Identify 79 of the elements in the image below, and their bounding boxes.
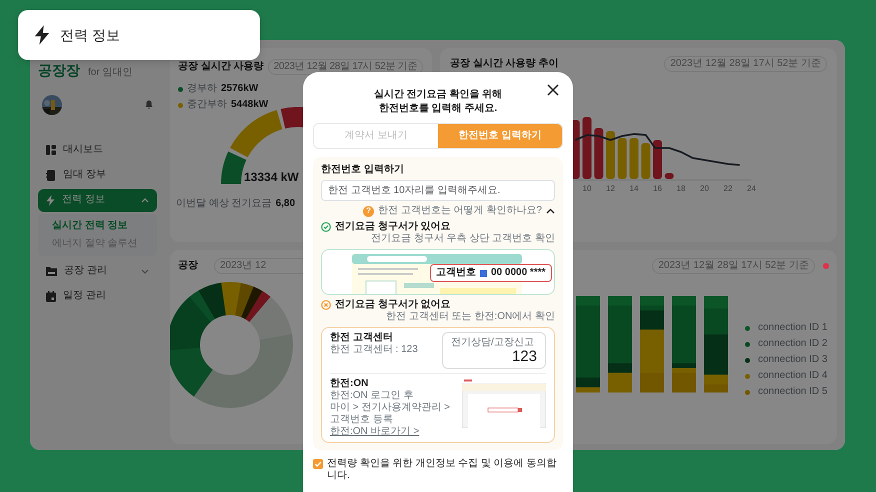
legend-label: connection ID 2 [758, 338, 828, 350]
sidebar-item[interactable]: 전력 정보 [38, 188, 157, 212]
legend-label: 경부하 [187, 83, 217, 95]
close-button[interactable] [547, 84, 559, 96]
axis-label: 24 [747, 184, 756, 193]
lightning-icon [34, 25, 50, 45]
modal-title: 실시간 전기요금 확인을 위해 한전번호를 입력해 주세요. [372, 88, 504, 115]
page-title: 전력 정보 [60, 26, 120, 44]
chart-bar [594, 128, 604, 179]
folder-icon [46, 266, 57, 276]
chart-bar [664, 173, 674, 179]
method-text: 마이 > 전기사용계약관리 > 고객번호 등록 [330, 402, 452, 426]
dashboard-icon [46, 145, 56, 156]
section-title: 한전번호 입력하기 [321, 164, 405, 176]
help-icon: ? [363, 206, 374, 216]
option-caption: 전기요금 청구서 우측 상단 고객번호 확인 [370, 233, 555, 245]
chart-bar [630, 138, 638, 179]
forecast-label: 이번달 예상 전기요금 [176, 198, 272, 210]
sidebar-item[interactable]: 임대 장부 [38, 164, 157, 187]
axis-label: 10 [582, 184, 592, 193]
card-number: 123 [510, 349, 537, 364]
callout-label: 고객번호 [436, 267, 476, 279]
legend-label: connection ID 3 [758, 354, 828, 366]
consent-label: 전력량 확인을 위한 개인정보 수집 및 이용에 동의합니다. [327, 458, 558, 482]
option-caption: 한전 고객센터 또는 한전:ON에서 확인 [385, 311, 555, 323]
donut-slice [170, 347, 213, 397]
axis-label: 20 [700, 184, 709, 193]
axis-label: 16 [653, 184, 662, 193]
square-icon [480, 270, 487, 276]
bell-icon[interactable] [145, 100, 153, 110]
card-title: 공장 [178, 260, 198, 272]
timestamp: 2023년 12월 28일 17시 52분 기준 [652, 258, 815, 274]
card-title: 공장 실시간 사용량 [178, 61, 264, 73]
axis-label: 18 [676, 184, 686, 193]
chevron-icon[interactable] [546, 208, 555, 214]
consent-checkbox[interactable] [313, 459, 323, 469]
legend-value: 2576kW [221, 83, 258, 95]
method-text: 한전:ON 로그인 후 [330, 390, 414, 402]
x-circle-icon [321, 300, 331, 310]
logo-subtitle: for 임대인 [88, 66, 132, 79]
method-title: 한전:ON [330, 378, 370, 390]
option-title: 전기요금 청구서가 있어요 [335, 221, 451, 233]
chevron-icon [141, 198, 149, 203]
calendar-icon [46, 290, 56, 302]
axis-label: 22 [724, 184, 732, 193]
total-usage: 13334 kW [244, 170, 299, 184]
legend-value: 5448kW [231, 99, 268, 111]
chart-bar [653, 140, 662, 179]
chart-bar [606, 131, 615, 179]
close-icon [547, 84, 559, 96]
help-link[interactable]: 한전 고객번호는 어떻게 확인하나요? [378, 205, 542, 217]
chevron-icon [141, 268, 149, 274]
lightning-icon [46, 194, 55, 206]
axis-label: 12 [606, 184, 615, 193]
chart-bar [582, 117, 592, 179]
logo: 공장장 [38, 62, 80, 79]
option-title: 전기요금 청구서가 없어요 [335, 299, 451, 311]
customer-number-field[interactable]: 한전 고객번호 10자리를 입력해주세요. [321, 180, 555, 201]
legend-label: 중간부하 [187, 99, 227, 111]
timestamp: 2023년 12월 28일 17시 52분 기준 [664, 56, 827, 72]
forecast-value: 6,80 [276, 198, 296, 210]
submenu-item[interactable]: 실시간 전력 정보 [38, 216, 128, 235]
method-title: 한전 고객센터 [330, 332, 394, 344]
book-icon [46, 170, 56, 181]
legend-label: connection ID 1 [758, 322, 828, 334]
chart-bar [641, 143, 650, 179]
chart-bar [618, 138, 627, 179]
axis-label: 14 [630, 184, 638, 193]
legend-label: connection ID 4 [758, 370, 828, 382]
legend-label: connection ID 5 [758, 386, 828, 398]
check-circle-icon [321, 222, 331, 232]
sidebar-item[interactable]: 일정 관리 [38, 284, 157, 308]
callout-value: 00 0000 **** [491, 267, 546, 279]
sidebar-item[interactable]: 공장 관리 [38, 260, 157, 283]
sidebar-item[interactable]: 대시보드 [38, 138, 157, 162]
card-title: 공장 실시간 사용량 추이 [450, 58, 558, 70]
method-text: 한전 고객센터 : 123 [330, 344, 418, 356]
site-link[interactable]: 한전:ON 바로가기 > [330, 426, 420, 438]
card-title: 전기상담/고장신고 [451, 337, 535, 349]
